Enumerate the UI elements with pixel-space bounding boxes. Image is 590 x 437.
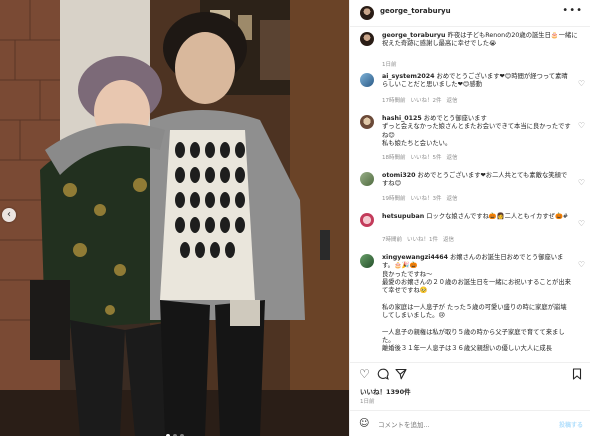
avatar[interactable] bbox=[360, 213, 374, 227]
comment-meta: 7時間前 いいね！1件 返信 bbox=[382, 235, 459, 243]
bookmark-glyph bbox=[572, 368, 582, 380]
heart-icon[interactable]: ♡ bbox=[578, 260, 585, 269]
comment-composer: ☺ 投稿する bbox=[350, 410, 590, 437]
post-date[interactable]: 1日前 bbox=[360, 397, 375, 405]
heart-icon[interactable]: ♡ bbox=[578, 121, 585, 130]
more-horizontal-icon[interactable]: ••• bbox=[562, 5, 583, 16]
caption-time: 1日前 bbox=[382, 62, 397, 68]
comment-body: ロックな娘さんですね🎃👩二人ともイカすぜ🎃# bbox=[424, 213, 569, 220]
share-icon[interactable] bbox=[395, 368, 407, 382]
avatar[interactable] bbox=[360, 73, 374, 87]
comment-text: hetsupuban ロックな娘さんですね🎃👩二人ともイカすぜ🎃# bbox=[382, 213, 571, 221]
reply-button[interactable]: 返信 bbox=[447, 196, 458, 202]
post-side-panel: george_toraburyu ••• george_toraburyu 昨夜… bbox=[349, 0, 590, 436]
caption-username[interactable]: george_toraburyu bbox=[382, 32, 446, 39]
caption-meta: 1日前 bbox=[382, 60, 402, 68]
post-actions-bar: ♡ bbox=[350, 362, 590, 385]
comment-text: hashi_0125 おめでとう御座います ずっと会えなかった娘さんとまたお会い… bbox=[382, 115, 571, 148]
comment-username[interactable]: hetsupuban bbox=[382, 213, 424, 220]
share-glyph bbox=[395, 368, 407, 380]
post-header: george_toraburyu ••• bbox=[350, 0, 590, 27]
comment-meta: 17時間前 いいね！2件 返信 bbox=[382, 96, 463, 104]
comment-meta: 19時間前 いいね！3件 返信 bbox=[382, 194, 463, 202]
heart-icon[interactable]: ♡ bbox=[578, 178, 585, 187]
avatar[interactable] bbox=[360, 172, 374, 186]
post-comment-button[interactable]: 投稿する bbox=[559, 420, 583, 429]
carousel-indicator bbox=[0, 423, 349, 436]
avatar[interactable] bbox=[360, 115, 374, 129]
comment-username[interactable]: otomi320 bbox=[382, 172, 416, 179]
comment-text: xingyewangzi4464 お嬢さんのお誕生日おめでとう御座います。🎂🎉🎃… bbox=[382, 254, 571, 354]
post-author-username[interactable]: george_toraburyu bbox=[380, 7, 451, 15]
comment-likes[interactable]: いいね！2件 bbox=[411, 98, 442, 104]
comments-list[interactable]: george_toraburyu 昨夜は子どもRenonの20歳の誕生日🎂一緒に… bbox=[350, 27, 590, 357]
heart-icon[interactable]: ♡ bbox=[359, 368, 370, 380]
avatar[interactable] bbox=[360, 254, 374, 268]
photo-illustration bbox=[0, 0, 349, 436]
comment-meta: 18時間前 いいね！5件 返信 bbox=[382, 153, 463, 161]
reply-button[interactable]: 返信 bbox=[447, 155, 458, 161]
comment-glyph bbox=[377, 368, 389, 380]
emoji-icon[interactable]: ☺ bbox=[359, 418, 369, 429]
avatar[interactable] bbox=[360, 6, 374, 20]
comment-username[interactable]: hashi_0125 bbox=[382, 115, 422, 122]
likes-count[interactable]: いいね！1390件 bbox=[360, 386, 411, 396]
heart-icon[interactable]: ♡ bbox=[578, 219, 585, 228]
comment-likes[interactable]: いいね！3件 bbox=[411, 196, 442, 202]
avatar[interactable] bbox=[360, 32, 374, 46]
comment-time: 7時間前 bbox=[382, 237, 402, 243]
reply-button[interactable]: 返信 bbox=[447, 98, 458, 104]
comment-likes[interactable]: いいね！1件 bbox=[407, 237, 438, 243]
previous-photo-button[interactable]: ‹ bbox=[2, 208, 16, 222]
caption-text: george_toraburyu 昨夜は子どもRenonの20歳の誕生日🎂一緒に… bbox=[382, 32, 581, 49]
heart-icon[interactable]: ♡ bbox=[578, 79, 585, 88]
comment-username[interactable]: xingyewangzi4464 bbox=[382, 254, 448, 261]
comment-time: 18時間前 bbox=[382, 155, 406, 161]
comment-icon[interactable] bbox=[377, 368, 389, 382]
comment-likes[interactable]: いいね！5件 bbox=[411, 155, 442, 161]
comment-time: 17時間前 bbox=[382, 98, 406, 104]
comment-time: 19時間前 bbox=[382, 196, 406, 202]
comment-input[interactable] bbox=[376, 417, 550, 432]
comment-text: ai_system2024 おめでとうございます❤😊時間が経つって素晴らしいこと… bbox=[382, 73, 571, 90]
reply-button[interactable]: 返信 bbox=[443, 237, 454, 243]
comment-text: otomi320 おめでとうございます❤お二人共とても素敵な笑顔ですね😊 bbox=[382, 172, 571, 189]
comment-body: お嬢さんのお誕生日おめでとう御座います。🎂🎉🎃 良かったですね〜 最愛のお嬢さん… bbox=[382, 254, 571, 353]
comment-username[interactable]: ai_system2024 bbox=[382, 73, 435, 80]
bookmark-icon[interactable] bbox=[571, 368, 583, 382]
post-photo: ‹ bbox=[0, 0, 349, 436]
